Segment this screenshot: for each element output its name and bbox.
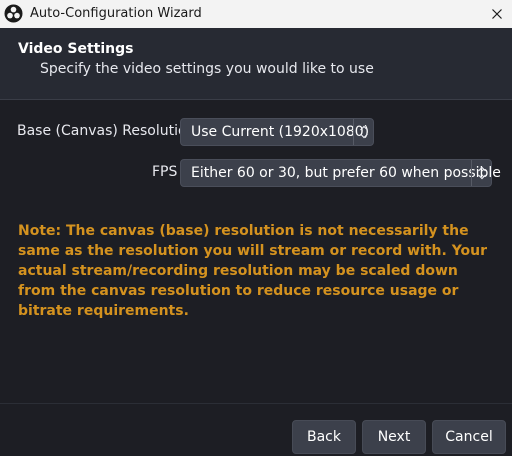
cancel-button[interactable]: Cancel	[432, 420, 506, 454]
close-button[interactable]	[482, 0, 512, 28]
updown-arrow-icon	[471, 160, 491, 186]
fps-label: FPS	[152, 164, 178, 180]
fps-select[interactable]: Either 60 or 30, but prefer 60 when poss…	[180, 159, 501, 187]
page-title: Video Settings	[18, 41, 134, 57]
base-resolution-label: Base (Canvas) Resolution	[17, 123, 196, 139]
updown-arrow-icon	[353, 119, 373, 145]
page-subtitle: Specify the video settings you would lik…	[40, 61, 374, 77]
back-button[interactable]: Back	[292, 420, 356, 454]
title-bar: Auto-Configuration Wizard	[0, 0, 512, 28]
close-icon	[492, 9, 502, 19]
base-resolution-value: Use Current (1920x1080)	[191, 124, 370, 140]
resolution-note: Note: The canvas (base) resolution is no…	[18, 223, 488, 319]
button-bar: Back Next Cancel	[0, 403, 512, 456]
wizard-header: Video Settings Specify the video setting…	[0, 28, 512, 100]
base-resolution-select[interactable]: Use Current (1920x1080)	[180, 118, 374, 146]
fps-value: Either 60 or 30, but prefer 60 when poss…	[191, 165, 501, 181]
window-title: Auto-Configuration Wizard	[30, 6, 202, 21]
next-button[interactable]: Next	[362, 420, 426, 454]
obs-icon	[4, 4, 23, 23]
